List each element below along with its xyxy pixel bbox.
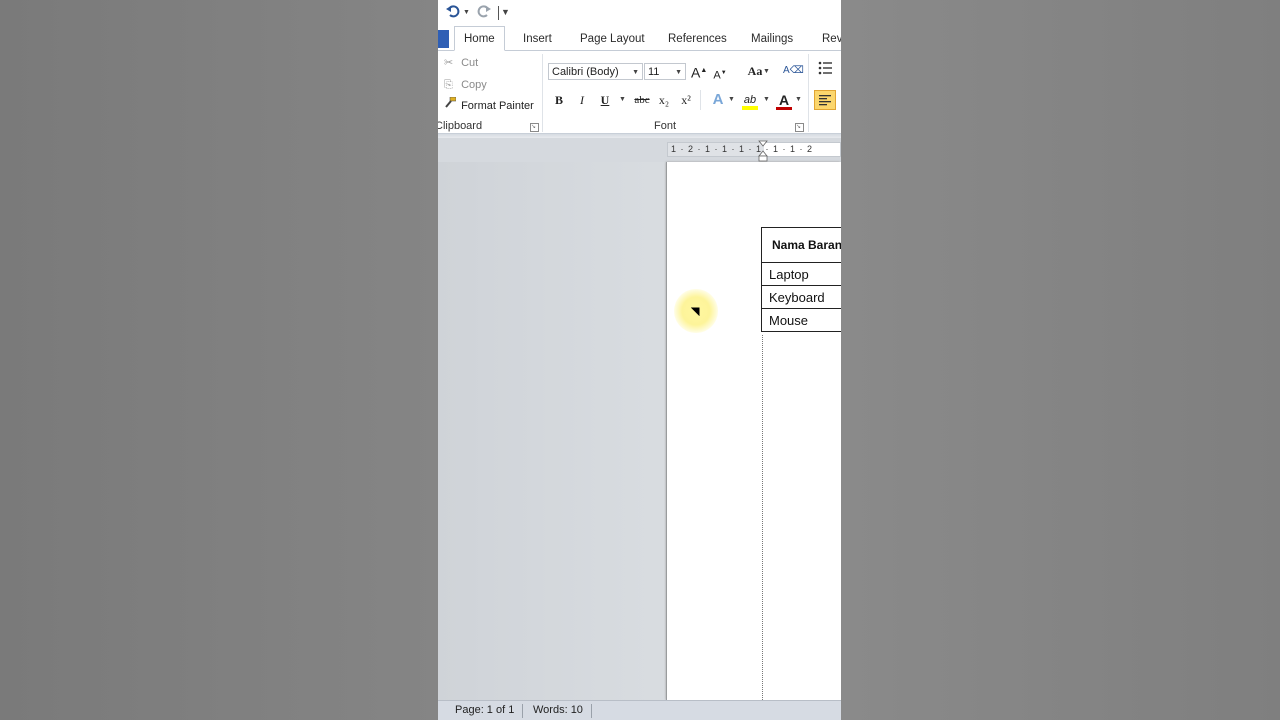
chevron-down-icon: ▼ [632, 69, 639, 76]
ribbon-home: ✂ Cut ⎘ Copy Format Painter Clipboard ↘ … [438, 51, 841, 134]
align-left-icon [819, 95, 831, 106]
font-name-combo[interactable]: Calibri (Body) ▼ [548, 63, 643, 80]
page-count[interactable]: Page: 1 of 1 [455, 704, 514, 716]
copy-label: Copy [461, 79, 487, 91]
underline-button[interactable]: U [598, 91, 612, 109]
font-color-icon: A [778, 92, 790, 108]
chevron-down-icon[interactable]: ▼ [763, 68, 770, 75]
align-left-button[interactable] [814, 90, 836, 110]
status-separator [522, 704, 523, 718]
copy-icon: ⎘ [444, 79, 453, 91]
chevron-down-icon[interactable]: ▼ [795, 96, 802, 103]
text-effects-button[interactable]: A [710, 91, 726, 109]
subscript-button[interactable]: x₂ [656, 91, 672, 109]
tab-references[interactable]: References [668, 30, 727, 50]
customize-qat-icon[interactable]: ▼ [501, 7, 510, 17]
table-cell[interactable]: Keyboard [760, 285, 841, 309]
table-row: Mouse [760, 308, 841, 332]
highlight-button[interactable]: ab [740, 91, 760, 110]
clear-formatting-icon: A⌫ [783, 65, 804, 76]
table-cell[interactable]: Mouse [760, 308, 841, 332]
bullets-button[interactable] [816, 61, 838, 79]
chevron-down-icon[interactable]: ▼ [619, 96, 626, 103]
superscript-button[interactable]: x² [678, 91, 694, 109]
group-separator [808, 54, 809, 132]
word-count[interactable]: Words: 10 [533, 704, 583, 716]
table-cell[interactable]: Laptop [760, 262, 841, 286]
qat-separator [498, 6, 499, 20]
table-row: Keyboard [760, 285, 841, 309]
left-letterbox [0, 0, 438, 720]
paintbrush-icon [444, 96, 458, 115]
group-separator [700, 90, 701, 110]
status-bar: Page: 1 of 1 Words: 10 [438, 700, 841, 720]
indent-marker-icon[interactable] [758, 140, 768, 162]
clear-formatting-button[interactable]: A⌫ [783, 62, 804, 80]
tab-home[interactable]: Home [454, 26, 505, 51]
format-painter-label: Format Painter [461, 100, 534, 112]
scissors-icon: ✂ [444, 57, 454, 69]
font-launcher-icon[interactable]: ↘ [795, 123, 804, 132]
cut-button[interactable]: ✂ Cut [444, 54, 478, 72]
tab-review[interactable]: Rev [822, 30, 841, 50]
copy-button[interactable]: ⎘ Copy [444, 76, 487, 94]
tab-mailings[interactable]: Mailings [751, 30, 793, 50]
table-boundary-guide [762, 335, 763, 700]
undo-icon[interactable] [446, 4, 460, 22]
tab-insert[interactable]: Insert [523, 30, 552, 50]
shrink-font-icon: A [713, 69, 721, 82]
quick-access-toolbar: ▼ ▼ [438, 0, 841, 26]
font-size-value: 11 [648, 66, 660, 78]
undo-dropdown-icon[interactable]: ▼ [463, 9, 470, 16]
right-letterbox [841, 0, 1280, 720]
file-tab[interactable] [438, 30, 449, 48]
word-window: ▼ ▼ Home Insert Page Layout References M… [438, 0, 841, 720]
highlighter-icon: ab [743, 94, 757, 106]
mouse-cursor-icon [690, 305, 700, 319]
font-name-value: Calibri (Body) [552, 66, 619, 78]
change-case-icon: Aa [747, 64, 763, 78]
status-separator [591, 704, 592, 718]
font-size-combo[interactable]: 11 ▼ [644, 63, 686, 80]
group-separator [542, 54, 543, 132]
table-header-cell[interactable]: Nama Barang [760, 227, 841, 263]
redo-icon[interactable] [477, 4, 491, 22]
font-color-button[interactable]: A [775, 91, 793, 110]
chevron-down-icon[interactable]: ▼ [763, 96, 770, 103]
italic-button[interactable]: I [575, 91, 589, 109]
grow-font-icon: A [691, 64, 701, 81]
table-header-row: Nama Barang [760, 227, 841, 263]
shrink-font-button[interactable]: A▼ [713, 64, 727, 82]
bullets-icon [818, 61, 832, 75]
chevron-down-icon[interactable]: ▼ [728, 96, 735, 103]
horizontal-ruler[interactable]: 1 · 2 · 1 · 1 · 1 · 1 · 1 · 1 · 2 [667, 142, 841, 157]
table-row: Laptop [760, 262, 841, 286]
strikethrough-button[interactable]: abc [631, 91, 653, 109]
format-painter-button[interactable]: Format Painter [444, 96, 534, 115]
font-color-bar [776, 107, 792, 110]
tab-page-layout[interactable]: Page Layout [580, 30, 645, 50]
cut-label: Cut [461, 57, 479, 69]
grow-font-button[interactable]: A▲ [691, 62, 707, 81]
ribbon-tabs: Home Insert Page Layout References Maili… [438, 26, 841, 51]
chevron-down-icon: ▼ [675, 69, 682, 76]
highlight-color-bar [742, 106, 758, 110]
clipboard-group-label: Clipboard [438, 120, 483, 132]
bold-button[interactable]: B [552, 91, 566, 109]
clipboard-launcher-icon[interactable]: ↘ [530, 123, 539, 132]
ruler-ticks: 1 · 2 · 1 · 1 · 1 · 1 · 1 · 1 · 2 [671, 144, 814, 154]
font-group-label: Font [654, 120, 677, 132]
data-table[interactable]: Nama Barang Laptop Keyboard Mouse [760, 227, 841, 332]
